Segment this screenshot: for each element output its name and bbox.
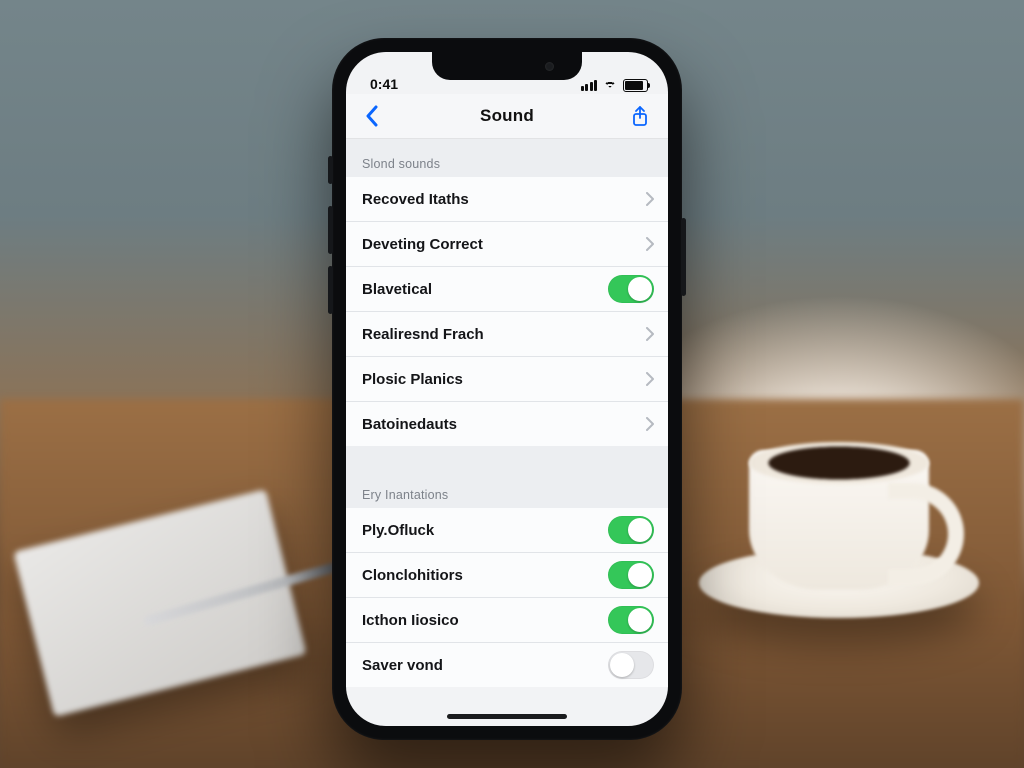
- chevron-right-icon: [646, 327, 654, 341]
- setting-label: Batoinedauts: [362, 416, 457, 433]
- setting-row[interactable]: Realiresnd Frach: [346, 312, 668, 357]
- page-title: Sound: [480, 106, 534, 126]
- section-header: Slond sounds: [346, 139, 668, 177]
- toggle-switch[interactable]: [608, 516, 654, 544]
- share-icon: [631, 105, 649, 127]
- setting-row[interactable]: Blavetical: [346, 267, 668, 312]
- power-button: [681, 218, 686, 296]
- settings-group: Ply.Ofluck Clonclohitiors Icthon Iiosico…: [346, 508, 668, 687]
- setting-label: Saver vond: [362, 657, 443, 674]
- setting-row[interactable]: Deveting Correct: [346, 222, 668, 267]
- setting-label: Blavetical: [362, 281, 432, 298]
- setting-row[interactable]: Clonclohitiors: [346, 553, 668, 598]
- setting-row[interactable]: Icthon Iiosico: [346, 598, 668, 643]
- chevron-left-icon: [365, 105, 379, 127]
- display-notch: [432, 52, 582, 80]
- toggle-switch[interactable]: [608, 561, 654, 589]
- home-indicator[interactable]: [447, 714, 567, 719]
- setting-label: Icthon Iiosico: [362, 612, 459, 629]
- battery-icon: [623, 79, 648, 92]
- setting-row[interactable]: Recoved Itaths: [346, 177, 668, 222]
- setting-row[interactable]: Ply.Ofluck: [346, 508, 668, 553]
- setting-row[interactable]: Batoinedauts: [346, 402, 668, 446]
- coffee-cup-prop: [724, 448, 954, 618]
- volume-down-button: [328, 266, 333, 314]
- toggle-switch[interactable]: [608, 651, 654, 679]
- chevron-right-icon: [646, 417, 654, 431]
- section-spacer: [346, 446, 668, 470]
- wifi-icon: [602, 80, 618, 92]
- setting-row[interactable]: Plosic Planics: [346, 357, 668, 402]
- toggle-switch[interactable]: [608, 606, 654, 634]
- navigation-bar: Sound: [346, 94, 668, 139]
- chevron-right-icon: [646, 237, 654, 251]
- setting-label: Clonclohitiors: [362, 567, 463, 584]
- settings-list[interactable]: Slond sounds Recoved Itaths Deveting Cor…: [346, 139, 668, 687]
- phone-screen: 0:41 Sound: [346, 52, 668, 726]
- setting-row[interactable]: Saver vond: [346, 643, 668, 687]
- share-button[interactable]: [622, 94, 658, 138]
- cellular-signal-icon: [581, 80, 598, 91]
- setting-label: Plosic Planics: [362, 371, 463, 388]
- setting-label: Ply.Ofluck: [362, 522, 434, 539]
- volume-up-button: [328, 206, 333, 254]
- back-button[interactable]: [354, 94, 390, 138]
- setting-label: Recoved Itaths: [362, 191, 469, 208]
- settings-group: Recoved Itaths Deveting Correct Blavetic…: [346, 177, 668, 446]
- setting-label: Deveting Correct: [362, 236, 483, 253]
- chevron-right-icon: [646, 372, 654, 386]
- status-time: 0:41: [370, 76, 398, 92]
- toggle-switch[interactable]: [608, 275, 654, 303]
- setting-label: Realiresnd Frach: [362, 326, 484, 343]
- mute-switch: [328, 156, 333, 184]
- section-header: Ery Inantations: [346, 470, 668, 508]
- chevron-right-icon: [646, 192, 654, 206]
- photo-backdrop: 0:41 Sound: [0, 0, 1024, 768]
- iphone-device: 0:41 Sound: [332, 38, 682, 740]
